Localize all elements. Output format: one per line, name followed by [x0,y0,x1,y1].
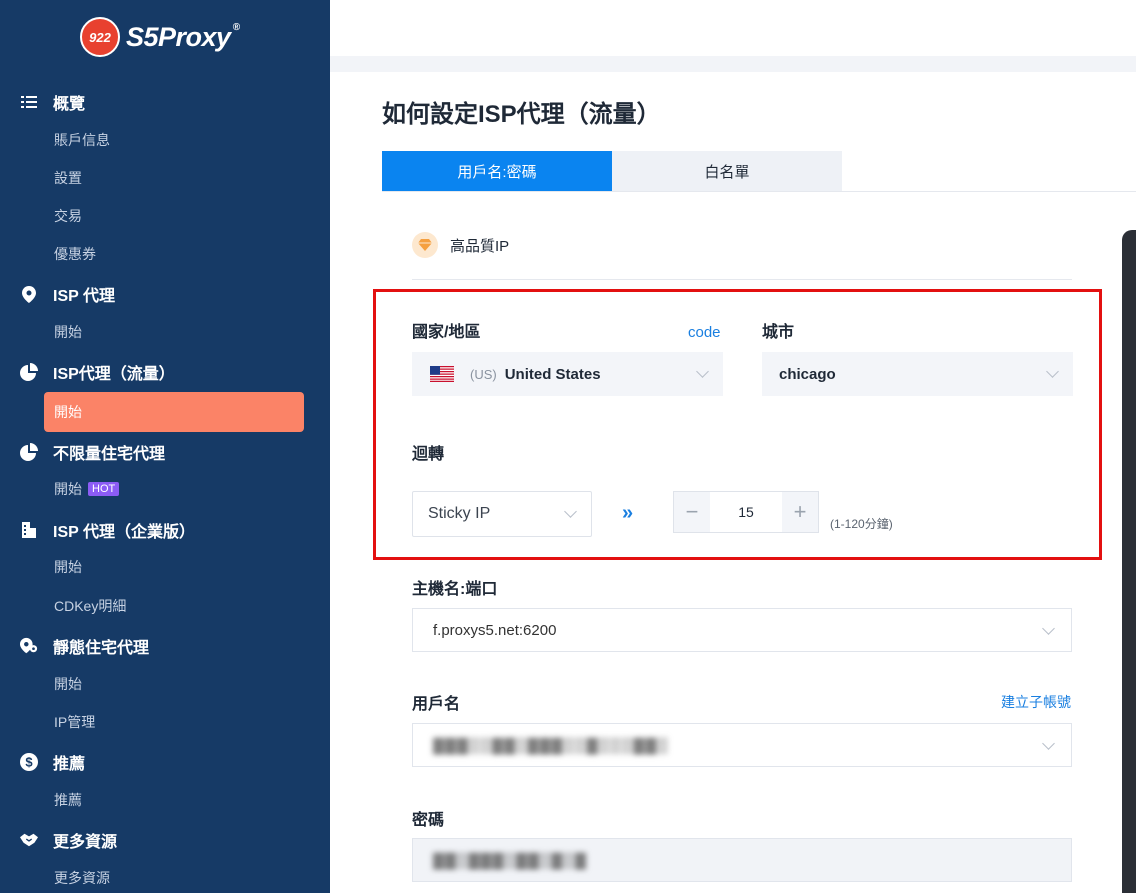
nav-section-title: 更多資源 [53,834,118,851]
username-select[interactable]: ▓▓▓▒▒▓▓▒▓▓▓▒▒▓▒▒▒▓▓▒ [412,723,1072,767]
chevron-down-icon [1042,737,1055,750]
pie-chart-icon [20,363,38,381]
page-title: 如何設定ISP代理（流量） [382,101,661,128]
nav-item-unlimited-start[interactable]: 開始 HOT [54,479,120,499]
nav-section-isp-proxy[interactable]: ISP 代理 [20,282,115,306]
location-pin-icon [20,285,38,303]
sidebar: 922 S5Proxy ® 概覽 賬戶信息 設置 交易 優惠券 ISP 代理 開始… [0,0,330,893]
auth-tabs: 用戶名:密碼 白名單 [382,151,842,191]
highlight-box [373,289,1102,560]
location-gear-icon [20,637,38,655]
username-label: 用戶名 [412,696,461,713]
logo[interactable]: 922 S5Proxy ® [80,16,240,58]
nav-section-overview[interactable]: 概覽 [20,90,85,114]
host-value: f.proxys5.net:6200 [433,621,557,639]
logo-reg: ® [232,21,240,33]
logo-globe-icon: 922 [80,17,120,57]
list-icon [20,93,38,111]
logo-name: S5Proxy [126,21,231,52]
password-field[interactable]: ▓▓▒▓▓▓▒▓▓▒▓▒▓ [412,838,1072,882]
nav-section-referral[interactable]: $ 推薦 [20,750,85,774]
nav-section-title: 概覽 [53,96,86,113]
tab-divider [382,191,1136,192]
host-select[interactable]: f.proxys5.net:6200 [412,608,1072,652]
nav-section-unlimited-residential[interactable]: 不限量住宅代理 [20,440,165,464]
handshake-icon [20,831,38,849]
nav-section-title: 不限量住宅代理 [53,446,166,463]
nav-section-more-resources[interactable]: 更多資源 [20,828,117,852]
nav-section-isp-enterprise[interactable]: ISP 代理（企業版） [20,518,195,542]
chevron-down-icon [1042,622,1055,635]
hot-badge: HOT [88,482,120,496]
building-icon [20,521,38,539]
section-divider [412,279,1072,280]
host-label: 主機名:端口 [412,581,498,598]
scrollbar[interactable] [1122,230,1136,893]
password-label: 密碼 [412,812,445,829]
nav-section-title: ISP 代理（企業版） [53,524,195,541]
nav-item-enterprise-start[interactable]: 開始 [54,557,82,577]
tab-username-password[interactable]: 用戶名:密碼 [382,151,612,191]
nav-item-account-info[interactable]: 賬戶信息 [54,130,110,150]
nav-section-title: ISP 代理 [53,288,115,305]
dollar-icon: $ [20,753,38,771]
nav-item-static-start[interactable]: 開始 [54,674,82,694]
nav-item-referral[interactable]: 推薦 [54,790,82,810]
nav-section-title: ISP代理（流量） [53,366,175,383]
nav-item-isp-start[interactable]: 開始 [54,322,82,342]
nav-item-cdkey-details[interactable]: CDKey明細 [54,596,126,616]
nav-section-title: 靜態住宅代理 [53,640,150,657]
nav-item-coupons[interactable]: 優惠券 [54,244,96,264]
nav-section-static-residential[interactable]: 靜態住宅代理 [20,634,149,658]
quality-label: 高品質IP [450,237,510,255]
pie-chart-icon [20,443,38,461]
svg-text:$: $ [25,755,33,770]
nav-item-transactions[interactable]: 交易 [54,206,82,226]
top-bar [330,0,1136,56]
diamond-icon [412,232,438,258]
tab-whitelist[interactable]: 白名單 [612,151,842,191]
nav-item-isp-traffic-start[interactable]: 開始 [44,392,304,432]
nav-item-settings[interactable]: 設置 [54,168,82,188]
password-value: ▓▓▒▓▓▓▒▓▓▒▓▒▓ [433,851,587,869]
nav-section-isp-traffic[interactable]: ISP代理（流量） [20,360,175,384]
create-subaccount-link[interactable]: 建立子帳號 [1001,692,1071,712]
username-value: ▓▓▓▒▒▓▓▒▓▓▓▒▒▓▒▒▒▓▓▒ [433,736,669,754]
nav-item-label: 開始 [54,481,82,497]
nav-item-ip-management[interactable]: IP管理 [54,712,95,732]
nav-item-more-resources[interactable]: 更多資源 [54,868,110,888]
quality-indicator: 高品質IP [412,232,509,258]
nav-section-title: 推薦 [53,756,86,773]
logo-text: S5Proxy ® [126,21,240,53]
